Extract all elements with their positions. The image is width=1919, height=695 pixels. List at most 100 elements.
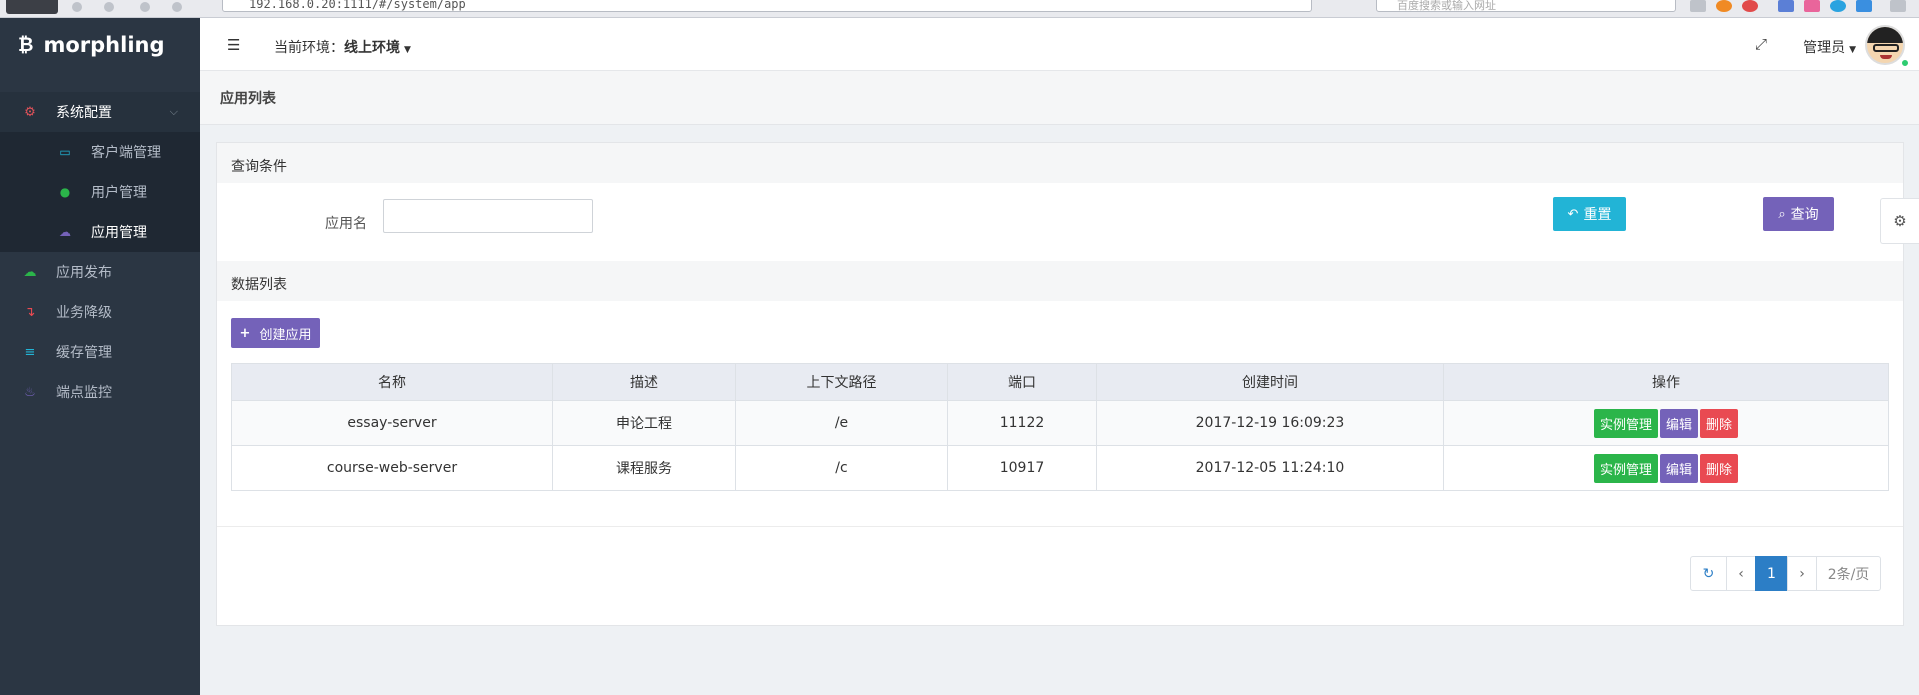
address-bar[interactable]: 192.168.0.20:1111/#/system/app — [222, 0, 1312, 12]
cell-name: course-web-server — [231, 445, 553, 491]
sidebar-item-endpoint-monitor[interactable]: ♨ 端点监控 — [0, 372, 200, 412]
sidebar-item-label: 应用发布 — [56, 265, 112, 281]
reset-button-label: 重置 — [1583, 207, 1612, 223]
sidebar-toggle-icon[interactable]: ☰ — [227, 36, 240, 54]
sidebar-item-system-config[interactable]: ⚙ 系统配置 ⌵ — [0, 92, 200, 132]
extension-icon[interactable] — [1742, 0, 1758, 12]
page-title: 应用列表 — [200, 71, 1919, 125]
avatar[interactable] — [1865, 25, 1905, 65]
search-button[interactable]: ⌕ 查询 — [1763, 197, 1834, 231]
fullscreen-icon[interactable]: ⤢ — [1755, 35, 1767, 53]
delete-button[interactable]: 删除 — [1700, 408, 1739, 438]
fire-icon: ♨ — [24, 384, 36, 400]
sidebar-item-cache[interactable]: ≡ 缓存管理 — [0, 332, 200, 372]
cell-context-path: /e — [735, 400, 948, 446]
edit-button[interactable]: 编辑 — [1659, 453, 1698, 483]
next-page-button[interactable]: › — [1787, 556, 1817, 591]
table-header-row: 名称 描述 上下文路径 端口 创建时间 操作 — [231, 363, 1889, 401]
create-app-button-label: 创建应用 — [259, 327, 312, 343]
cell-created-time: 2017-12-19 16:09:23 — [1096, 400, 1444, 446]
cell-name: essay-server — [231, 400, 553, 446]
browser-tab-thumbnail[interactable] — [6, 0, 58, 14]
sidebar-submenu: ▭ 客户端管理 ● 用户管理 ☁ 应用管理 — [0, 132, 200, 252]
home-icon[interactable] — [140, 2, 150, 12]
prev-page-button[interactable]: ‹ — [1726, 556, 1756, 591]
sidebar-item-app-management[interactable]: ☁ 应用管理 — [0, 212, 200, 252]
cell-description: 课程服务 — [552, 445, 736, 491]
sidebar-item-client-management[interactable]: ▭ 客户端管理 — [0, 132, 200, 172]
reload-icon[interactable] — [104, 2, 114, 12]
page-size-selector[interactable]: 2条/页 — [1816, 556, 1881, 591]
column-header-port[interactable]: 端口 — [947, 363, 1097, 401]
database-icon: ≡ — [24, 344, 36, 360]
column-header-name[interactable]: 名称 — [231, 363, 553, 401]
sidebar-item-label: 端点监控 — [56, 385, 112, 401]
query-form: 应用名 ↶ 重置 ⌕ 查询 — [217, 183, 1903, 261]
pagination: ↻ ‹ 1 › 2条/页 — [1690, 556, 1881, 591]
delete-button[interactable]: 删除 — [1700, 453, 1739, 483]
search-icon: ⌕ — [1778, 206, 1786, 222]
user-menu[interactable]: 管理员 ▼ — [1803, 37, 1856, 57]
environment-selector[interactable]: 当前环境：线上环境 ▼ — [274, 37, 411, 57]
browser-search-bar[interactable]: 百度搜索或输入网址 — [1376, 0, 1676, 12]
environment-value: 线上环境 — [344, 40, 400, 56]
bookmark-icon[interactable] — [172, 2, 182, 12]
bitcoin-icon: ₿ — [18, 33, 34, 56]
cell-context-path: /c — [735, 445, 948, 491]
desktop-icon: ▭ — [59, 145, 71, 159]
cell-actions: 实例管理 编辑 删除 — [1443, 445, 1889, 491]
reset-button[interactable]: ↶ 重置 — [1553, 197, 1626, 231]
extension-icon[interactable] — [1804, 0, 1820, 12]
edit-button[interactable]: 编辑 — [1659, 408, 1698, 438]
cell-port: 10917 — [947, 445, 1097, 491]
list-toolbar: + 创建应用 — [217, 301, 1903, 361]
cell-actions: 实例管理 编辑 删除 — [1443, 400, 1889, 446]
column-header-description[interactable]: 描述 — [552, 363, 736, 401]
table-row: course-web-server 课程服务 /c 10917 2017-12-… — [231, 445, 1889, 491]
extension-icon[interactable] — [1716, 0, 1732, 12]
cell-created-time: 2017-12-05 11:24:10 — [1096, 445, 1444, 491]
caret-down-icon: ▼ — [1849, 45, 1856, 55]
brand-name: morphling — [43, 33, 165, 57]
list-section-title: 数据列表 — [217, 261, 1903, 301]
back-icon[interactable] — [72, 2, 82, 12]
sidebar-item-label: 业务降级 — [56, 305, 112, 321]
table-row: essay-server 申论工程 /e 11122 2017-12-19 16… — [231, 400, 1889, 446]
app-name-input[interactable] — [383, 199, 593, 233]
sidebar-item-label: 客户端管理 — [91, 145, 161, 161]
extension-icon[interactable] — [1830, 0, 1846, 12]
divider — [217, 526, 1903, 527]
instance-management-button[interactable]: 实例管理 — [1593, 408, 1658, 438]
online-status-dot — [1901, 59, 1909, 67]
extension-icon[interactable] — [1890, 0, 1906, 12]
search-button-label: 查询 — [1790, 207, 1819, 223]
extension-icon[interactable] — [1690, 0, 1706, 12]
caret-down-icon: ▼ — [404, 45, 411, 55]
sidebar-item-app-release[interactable]: ☁ 应用发布 — [0, 252, 200, 292]
extension-icon[interactable] — [1778, 0, 1794, 12]
main-panel: 查询条件 应用名 ↶ 重置 ⌕ 查询 数据列表 + 创建应用 名称 描述 上下文路径 … — [216, 142, 1904, 626]
column-header-actions: 操作 — [1443, 363, 1889, 401]
page-number-current[interactable]: 1 — [1755, 556, 1788, 591]
cell-description: 申论工程 — [552, 400, 736, 446]
cloud-icon: ☁ — [59, 225, 71, 239]
sidebar: ₿ morphling ⚙ 系统配置 ⌵ ▭ 客户端管理 ● 用户管理 ☁ 应用… — [0, 18, 200, 695]
environment-prefix: 当前环境： — [274, 40, 344, 56]
create-app-button[interactable]: + 创建应用 — [231, 318, 320, 348]
refresh-icon[interactable]: ↻ — [1690, 556, 1727, 591]
query-section-title: 查询条件 — [217, 143, 1903, 183]
column-header-created-time[interactable]: 创建时间 — [1096, 363, 1444, 401]
column-header-context-path[interactable]: 上下文路径 — [735, 363, 948, 401]
brand[interactable]: ₿ morphling — [0, 18, 200, 72]
sidebar-item-label: 系统配置 — [56, 105, 112, 121]
sidebar-item-label: 缓存管理 — [56, 345, 112, 361]
users-icon: ● — [59, 185, 71, 199]
level-down-icon: ↴ — [24, 304, 36, 320]
extension-icon[interactable] — [1856, 0, 1872, 12]
instance-management-button[interactable]: 实例管理 — [1593, 453, 1658, 483]
cloud-upload-icon: ☁ — [23, 264, 37, 280]
sidebar-item-degrade[interactable]: ↴ 业务降级 — [0, 292, 200, 332]
settings-gear-icon[interactable]: ⚙ — [1880, 198, 1919, 244]
sidebar-item-user-management[interactable]: ● 用户管理 — [0, 172, 200, 212]
app-name-label: 应用名 — [325, 216, 367, 232]
